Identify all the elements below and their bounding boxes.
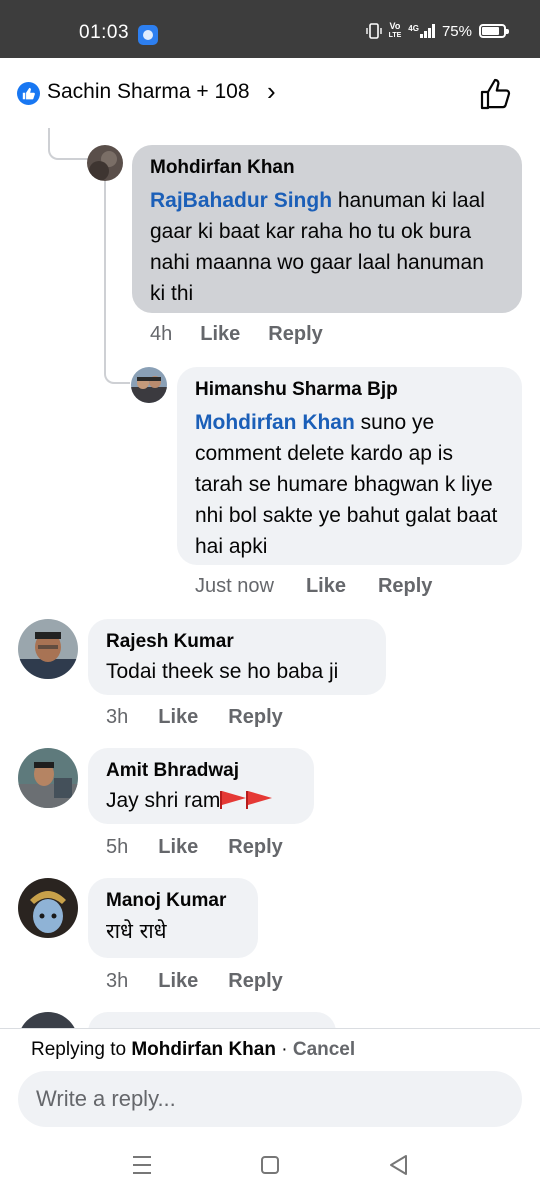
battery-icon	[479, 24, 509, 38]
signal-indicator: 4G	[408, 24, 435, 38]
reply-button[interactable]: Reply	[228, 970, 282, 993]
reaction-names[interactable]: Sachin Sharma + 108	[47, 80, 250, 104]
like-button[interactable]: Like	[158, 706, 198, 729]
replying-prefix: Replying to	[31, 1039, 132, 1060]
comment-bubble[interactable]: Mohdirfan Khan RajBahadur Singh hanuman …	[132, 145, 522, 313]
reply-button[interactable]: Reply	[228, 706, 282, 729]
replying-target: Mohdirfan Khan	[131, 1039, 276, 1060]
reply-composer: Replying to Mohdirfan Khan · Cancel	[0, 1028, 540, 1130]
comment-bubble[interactable]: Amit Bhradwaj Jay shri ram	[88, 748, 314, 824]
status-bar: 01:03 Vo LTE 4G 75%	[0, 0, 540, 58]
reactions-header[interactable]: Sachin Sharma + 108 ›	[0, 58, 540, 128]
comment-text: Mohdirfan Khan suno ye comment delete ka…	[195, 407, 504, 562]
comment-actions: 3h Like Reply	[106, 706, 283, 729]
network-type-label: 4G	[408, 24, 419, 33]
battery-percent: 75%	[441, 22, 472, 40]
comment-time[interactable]: 3h	[106, 970, 128, 993]
status-time: 01:03	[79, 22, 130, 43]
comment-text: Jay shri ram	[106, 788, 296, 814]
comment-bubble[interactable]: Manoj Kumar राधे राधे	[88, 878, 258, 958]
comment-bubble[interactable]: Rajesh Kumar Todai theek se ho baba ji	[88, 619, 386, 695]
like-button[interactable]: Like	[200, 323, 240, 346]
comment-time[interactable]: 4h	[150, 323, 172, 346]
reply-button[interactable]: Reply	[228, 836, 282, 859]
comment-bubble[interactable]: Himanshu Sharma Bjp Mohdirfan Khan suno …	[177, 367, 522, 565]
comment-actions: 4h Like Reply	[150, 323, 323, 346]
comment-text: RajBahadur Singh hanuman ki laal gaar ki…	[150, 185, 504, 309]
comment-author[interactable]: Himanshu Sharma Bjp	[195, 379, 504, 401]
comment-text: Todai theek se ho baba ji	[106, 660, 339, 683]
separator-dot: ·	[275, 1039, 293, 1060]
like-button[interactable]: Like	[158, 836, 198, 859]
red-flag-icon	[220, 791, 247, 809]
reply-button[interactable]: Reply	[378, 575, 432, 598]
avatar[interactable]	[18, 619, 78, 679]
comment-actions: 5h Like Reply	[106, 836, 283, 859]
vibrate-icon	[365, 23, 382, 39]
home-icon[interactable]	[255, 1152, 285, 1178]
app-notification-icon	[138, 25, 158, 45]
comment-time[interactable]: Just now	[195, 575, 274, 598]
comment-author[interactable]: Rajesh Kumar	[106, 631, 368, 653]
like-button[interactable]: Like	[158, 970, 198, 993]
comment-actions: Just now Like Reply	[195, 575, 432, 598]
comment-time[interactable]: 5h	[106, 836, 128, 859]
replying-to-label: Replying to Mohdirfan Khan · Cancel	[31, 1039, 355, 1061]
comment-author[interactable]: Mohdirfan Khan	[150, 157, 504, 179]
volte-indicator: Vo LTE	[389, 22, 402, 40]
avatar[interactable]	[18, 878, 78, 938]
comment-mention[interactable]: RajBahadur Singh	[150, 189, 332, 212]
signal-strength-icon	[419, 24, 435, 38]
cancel-reply-button[interactable]: Cancel	[293, 1039, 355, 1060]
back-icon[interactable]	[384, 1152, 414, 1178]
avatar[interactable]	[131, 367, 167, 403]
comment-text: राधे राधे	[106, 919, 167, 943]
thumbs-up-icon[interactable]	[478, 76, 514, 112]
volte-label-top: Vo	[389, 21, 401, 31]
system-navigation-bar	[0, 1130, 540, 1200]
reply-input[interactable]	[18, 1071, 522, 1127]
reply-button[interactable]: Reply	[268, 323, 322, 346]
comment-body: Jay shri ram	[106, 789, 221, 812]
comment-mention[interactable]: Mohdirfan Khan	[195, 411, 355, 434]
comment-time[interactable]: 3h	[106, 706, 128, 729]
avatar[interactable]	[18, 748, 78, 808]
like-badge-icon	[17, 82, 40, 105]
like-button[interactable]: Like	[306, 575, 346, 598]
thread-connector	[104, 180, 130, 384]
chevron-right-icon[interactable]: ›	[267, 78, 276, 104]
comment-author[interactable]: Amit Bhradwaj	[106, 760, 296, 782]
thread-connector	[48, 128, 88, 160]
recents-icon[interactable]	[127, 1152, 157, 1178]
volte-label-bottom: LTE	[388, 32, 402, 39]
comment-author[interactable]: Manoj Kumar	[106, 890, 240, 912]
comment-actions: 3h Like Reply	[106, 970, 283, 993]
avatar[interactable]	[87, 145, 123, 181]
status-indicators: Vo LTE 4G 75%	[365, 22, 509, 40]
red-flag-icon	[246, 791, 273, 809]
